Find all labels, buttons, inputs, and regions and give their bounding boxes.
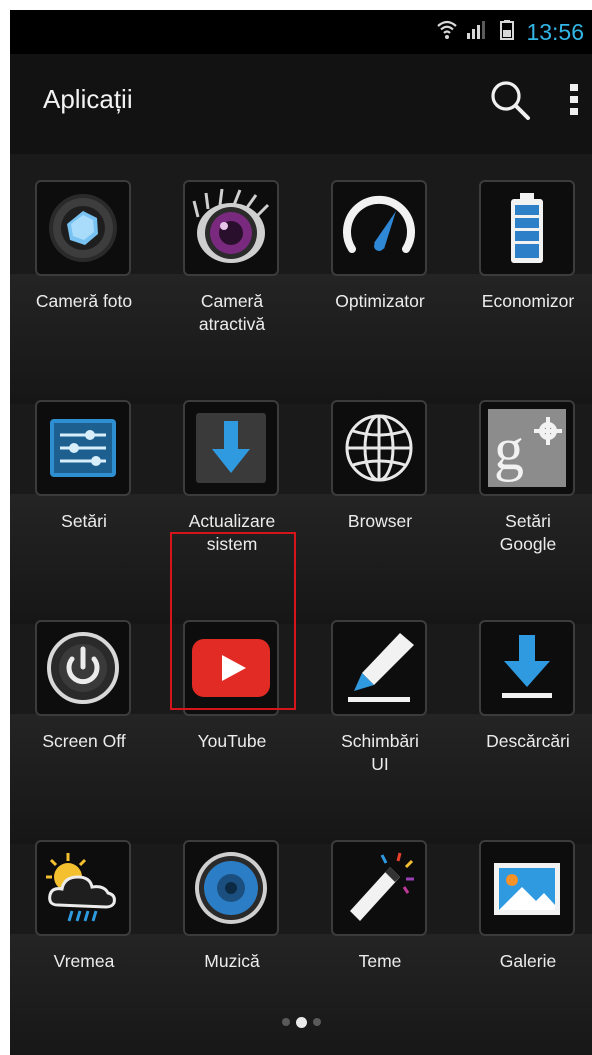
app-tile [331,620,427,716]
app-tile [35,400,131,496]
app-system-update[interactable]: Actualizare sistem [166,400,298,590]
overflow-menu-icon [570,84,578,115]
app-tile [35,620,131,716]
app-grid: Cameră foto Cameră atractivă Optimizator… [10,154,592,1055]
battery-icon [500,19,515,45]
clock: 13:56 [526,18,584,45]
phone-screen: 13:56 Aplicații Cameră foto Cameră atrac… [10,10,592,1055]
overflow-menu-button[interactable] [566,80,582,120]
power-icon [47,632,119,704]
google-settings-icon: g [488,409,566,487]
brush-icon [348,633,414,702]
magic-wand-icon [350,852,414,921]
app-tile [183,400,279,496]
app-tile [35,840,131,936]
app-gallery[interactable]: Galerie [462,840,592,1030]
settings-sliders-icon [50,419,116,477]
app-beauty-camera[interactable]: Cameră atractivă [166,180,298,370]
app-tile [183,180,279,276]
app-label: Actualizare sistem [188,511,276,554]
app-tile [35,180,131,276]
app-weather[interactable]: Vremea [18,840,150,1030]
globe-icon [345,414,413,482]
app-label: Setări Google [499,511,557,554]
youtube-icon [192,639,270,697]
app-battery-saver[interactable]: Economizor [462,180,592,370]
app-label: Muzică [204,951,260,971]
app-screen-off[interactable]: Screen Off [18,620,150,810]
weather-icon [46,853,116,922]
app-label: Vremea [53,951,115,971]
app-label: Economizor [481,291,575,311]
app-label: Galerie [499,951,557,971]
status-bar: 13:56 [10,10,592,54]
action-bar: Aplicații [10,54,592,154]
download-icon [502,635,552,698]
app-label: Screen Off [42,731,126,751]
app-label: Cameră foto [35,291,133,311]
app-label: Teme [358,951,402,971]
signal-icon [466,20,486,45]
battery-saver-icon [511,193,543,263]
gallery-icon [494,863,560,915]
app-tile [479,180,575,276]
app-label: Browser [347,511,413,531]
app-tile [331,180,427,276]
app-music[interactable]: Muzică [166,840,298,1030]
svg-text:g: g [494,416,524,482]
app-themes[interactable]: Teme [314,840,446,1030]
app-browser[interactable]: Browser [314,400,446,590]
page-dot[interactable] [312,1018,321,1026]
status-icons: 13:56 [436,16,584,48]
app-camera[interactable]: Cameră foto [18,180,150,370]
app-label: Optimizator [335,291,425,311]
beauty-camera-icon [192,188,270,263]
app-settings[interactable]: Setări [18,400,150,590]
app-tile [479,840,575,936]
app-label: Schimbări UI [341,731,419,774]
page-dot-active[interactable] [295,1016,307,1028]
search-icon [491,81,530,120]
app-tile [331,400,427,496]
app-ui-changes[interactable]: Schimbări UI [314,620,446,810]
app-label: Descărcări [486,731,570,751]
app-tile [331,840,427,936]
system-update-icon [196,413,266,483]
speedometer-icon [343,195,415,253]
app-label: Cameră atractivă [198,291,266,334]
app-label: Setări [61,511,107,531]
app-tile: g [479,400,575,496]
camera-icon [49,194,117,262]
page-dot[interactable] [281,1018,290,1026]
app-tile [183,840,279,936]
app-tile [183,620,279,716]
app-youtube[interactable]: YouTube [166,620,298,810]
wifi-icon [436,20,458,45]
app-tile [479,620,575,716]
page-indicator [10,1012,592,1032]
app-downloads[interactable]: Descărcări [462,620,592,810]
app-google-settings[interactable]: g Setări Google [462,400,592,590]
app-label: YouTube [197,731,267,751]
speaker-icon [195,852,267,924]
app-optimizer[interactable]: Optimizator [314,180,446,370]
search-button[interactable] [488,78,534,124]
page-title: Aplicații [43,84,133,114]
